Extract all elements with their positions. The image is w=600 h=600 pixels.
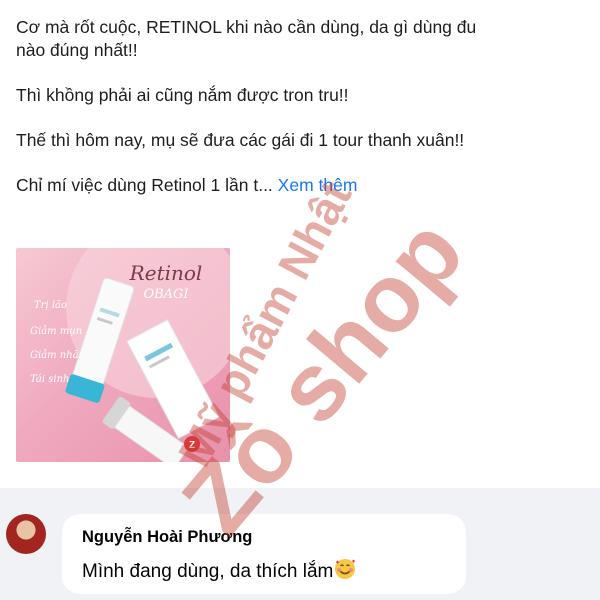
- svg-text:Z: Z: [189, 440, 195, 451]
- side-note: Trị lão: [34, 300, 67, 311]
- side-note: Giảm nhăn: [30, 350, 85, 361]
- smiling-face-with-hearts-icon: [334, 558, 356, 586]
- comment-text: Mình đang dùng, da thích lắm: [82, 558, 356, 586]
- post-paragraph: nào đúng nhất!!: [16, 40, 138, 60]
- post-paragraph: Cơ mà rốt cuộc, RETINOL khi nào cần dùng…: [16, 17, 477, 37]
- product-photo: Retinol OBAGI Trị lão Giảm mụn Giảm nhăn…: [30, 248, 230, 462]
- product-brand: OBAGI: [143, 287, 189, 302]
- post-card: Cơ mà rốt cuộc, RETINOL khi nào cần dùng…: [0, 0, 600, 488]
- comment-author[interactable]: Nguyễn Hoài Phương: [82, 528, 252, 547]
- side-note: Giảm mụn: [30, 326, 82, 337]
- avatar[interactable]: [6, 514, 46, 554]
- comment-bubble: Nguyễn Hoài Phương Mình đang dùng, da th…: [62, 514, 466, 594]
- post-text: Cơ mà rốt cuộc, RETINOL khi nào cần dùng…: [16, 16, 600, 219]
- post-paragraph: Thế thì hôm nay, mụ sẽ đưa các gái đi 1 …: [16, 130, 465, 150]
- see-more-link[interactable]: Xem thêm: [278, 175, 358, 195]
- post-paragraph: Thì khồng phải ai cũng nắm được tron tru…: [16, 85, 349, 105]
- product-title: Retinol: [129, 261, 203, 285]
- post-image[interactable]: Retinol OBAGI Trị lão Giảm mụn Giảm nhăn…: [16, 248, 230, 462]
- comment-body: Mình đang dùng, da thích lắm: [82, 561, 334, 582]
- post-paragraph: Chỉ mí việc dùng Retinol 1 lần t...: [16, 175, 273, 195]
